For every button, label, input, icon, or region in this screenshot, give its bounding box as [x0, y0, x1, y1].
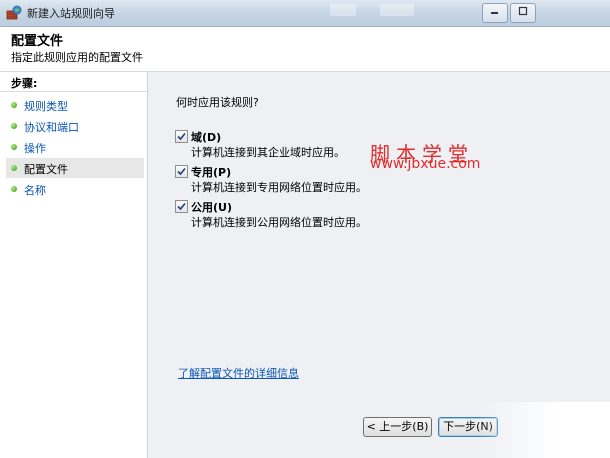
steps-heading: 步骤: [11, 77, 38, 90]
wizard-header: 配置文件 指定此规则应用的配置文件 [0, 27, 610, 72]
option-label: 域(D) [191, 131, 222, 144]
steps-divider [0, 91, 147, 92]
step-label: 规则类型 [24, 100, 68, 113]
step-protocol-ports[interactable]: 协议和端口 [6, 116, 144, 136]
option-label: 公用(U) [191, 201, 232, 214]
step-label: 协议和端口 [24, 121, 79, 134]
title-bar[interactable]: 新建入站规则向导 [0, 0, 610, 27]
checkmark-icon [177, 202, 186, 211]
content-pane: 何时应用该规则? 域(D) 计算机连接到其企业域时应用。 专用(P) 计算机连接… [148, 72, 610, 458]
step-bullet-icon [11, 165, 17, 171]
question-text: 何时应用该规则? [176, 96, 259, 109]
option-label: 专用(P) [191, 166, 232, 179]
checkmark-icon [177, 167, 186, 176]
window-title: 新建入站规则向导 [27, 7, 115, 20]
learn-more-link[interactable]: 了解配置文件的详细信息 [178, 365, 299, 381]
maximize-icon [518, 6, 528, 16]
edge-fade [478, 402, 610, 458]
step-label: 操作 [24, 142, 46, 155]
steps-pane: 步骤: 规则类型 协议和端口 操作 配置文件 名称 [0, 72, 148, 458]
step-action[interactable]: 操作 [6, 137, 144, 157]
firewall-app-icon [6, 5, 22, 21]
back-button[interactable]: < 上一步(B) [363, 417, 432, 437]
watermark-url: www.jbxue.com [370, 156, 481, 172]
step-rule-type[interactable]: 规则类型 [6, 95, 144, 115]
minimize-button[interactable] [482, 3, 508, 23]
private-checkbox[interactable] [175, 165, 188, 178]
background-glass-blur [330, 4, 356, 16]
step-label: 配置文件 [24, 163, 68, 176]
option-description: 计算机连接到其企业域时应用。 [191, 146, 345, 159]
option-description: 计算机连接到公用网络位置时应用。 [191, 216, 367, 229]
public-checkbox[interactable] [175, 200, 188, 213]
step-bullet-icon [11, 186, 17, 192]
step-bullet-icon [11, 102, 17, 108]
domain-checkbox[interactable] [175, 130, 188, 143]
step-bullet-icon [11, 123, 17, 129]
step-name[interactable]: 名称 [6, 179, 144, 199]
step-bullet-icon [11, 144, 17, 150]
page-subtitle: 指定此规则应用的配置文件 [11, 51, 143, 64]
maximize-button[interactable] [510, 3, 536, 23]
page-title: 配置文件 [11, 34, 64, 49]
step-profile[interactable]: 配置文件 [6, 158, 144, 178]
option-description: 计算机连接到专用网络位置时应用。 [191, 181, 367, 194]
step-label: 名称 [24, 184, 46, 197]
background-glass-blur [380, 4, 414, 16]
minimize-icon [491, 12, 498, 14]
option-public[interactable]: 公用(U) 计算机连接到公用网络位置时应用。 [175, 199, 475, 231]
checkmark-icon [177, 132, 186, 141]
wizard-window: 新建入站规则向导 配置文件 指定此规则应用的配置文件 步骤: 规则类型 协议和端… [0, 0, 610, 458]
